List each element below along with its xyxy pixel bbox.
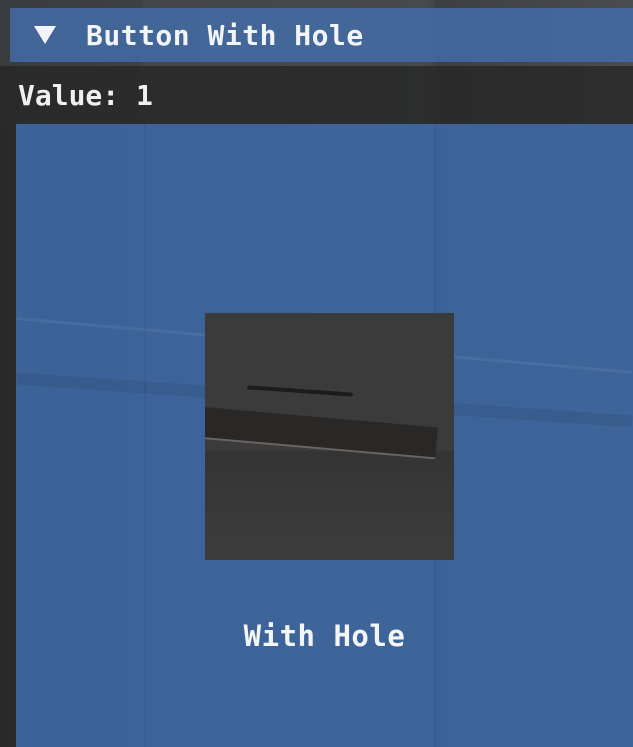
triangle-down-icon[interactable] xyxy=(32,24,58,46)
photo-seam xyxy=(144,124,146,747)
imgui-window: Button With Hole Value: 1 With Hole xyxy=(0,0,633,747)
window-title: Button With Hole xyxy=(86,18,364,52)
photo-detail xyxy=(246,385,354,397)
button-with-hole[interactable]: With Hole xyxy=(16,124,633,747)
value-readout: Value: 1 xyxy=(0,66,633,124)
photo-detail xyxy=(205,451,454,560)
window-title-bar[interactable]: Button With Hole xyxy=(10,8,633,62)
button-hole xyxy=(205,313,454,560)
window-padding xyxy=(0,124,16,747)
button-label: With Hole xyxy=(243,619,406,653)
value-text: Value: 1 xyxy=(18,78,153,112)
